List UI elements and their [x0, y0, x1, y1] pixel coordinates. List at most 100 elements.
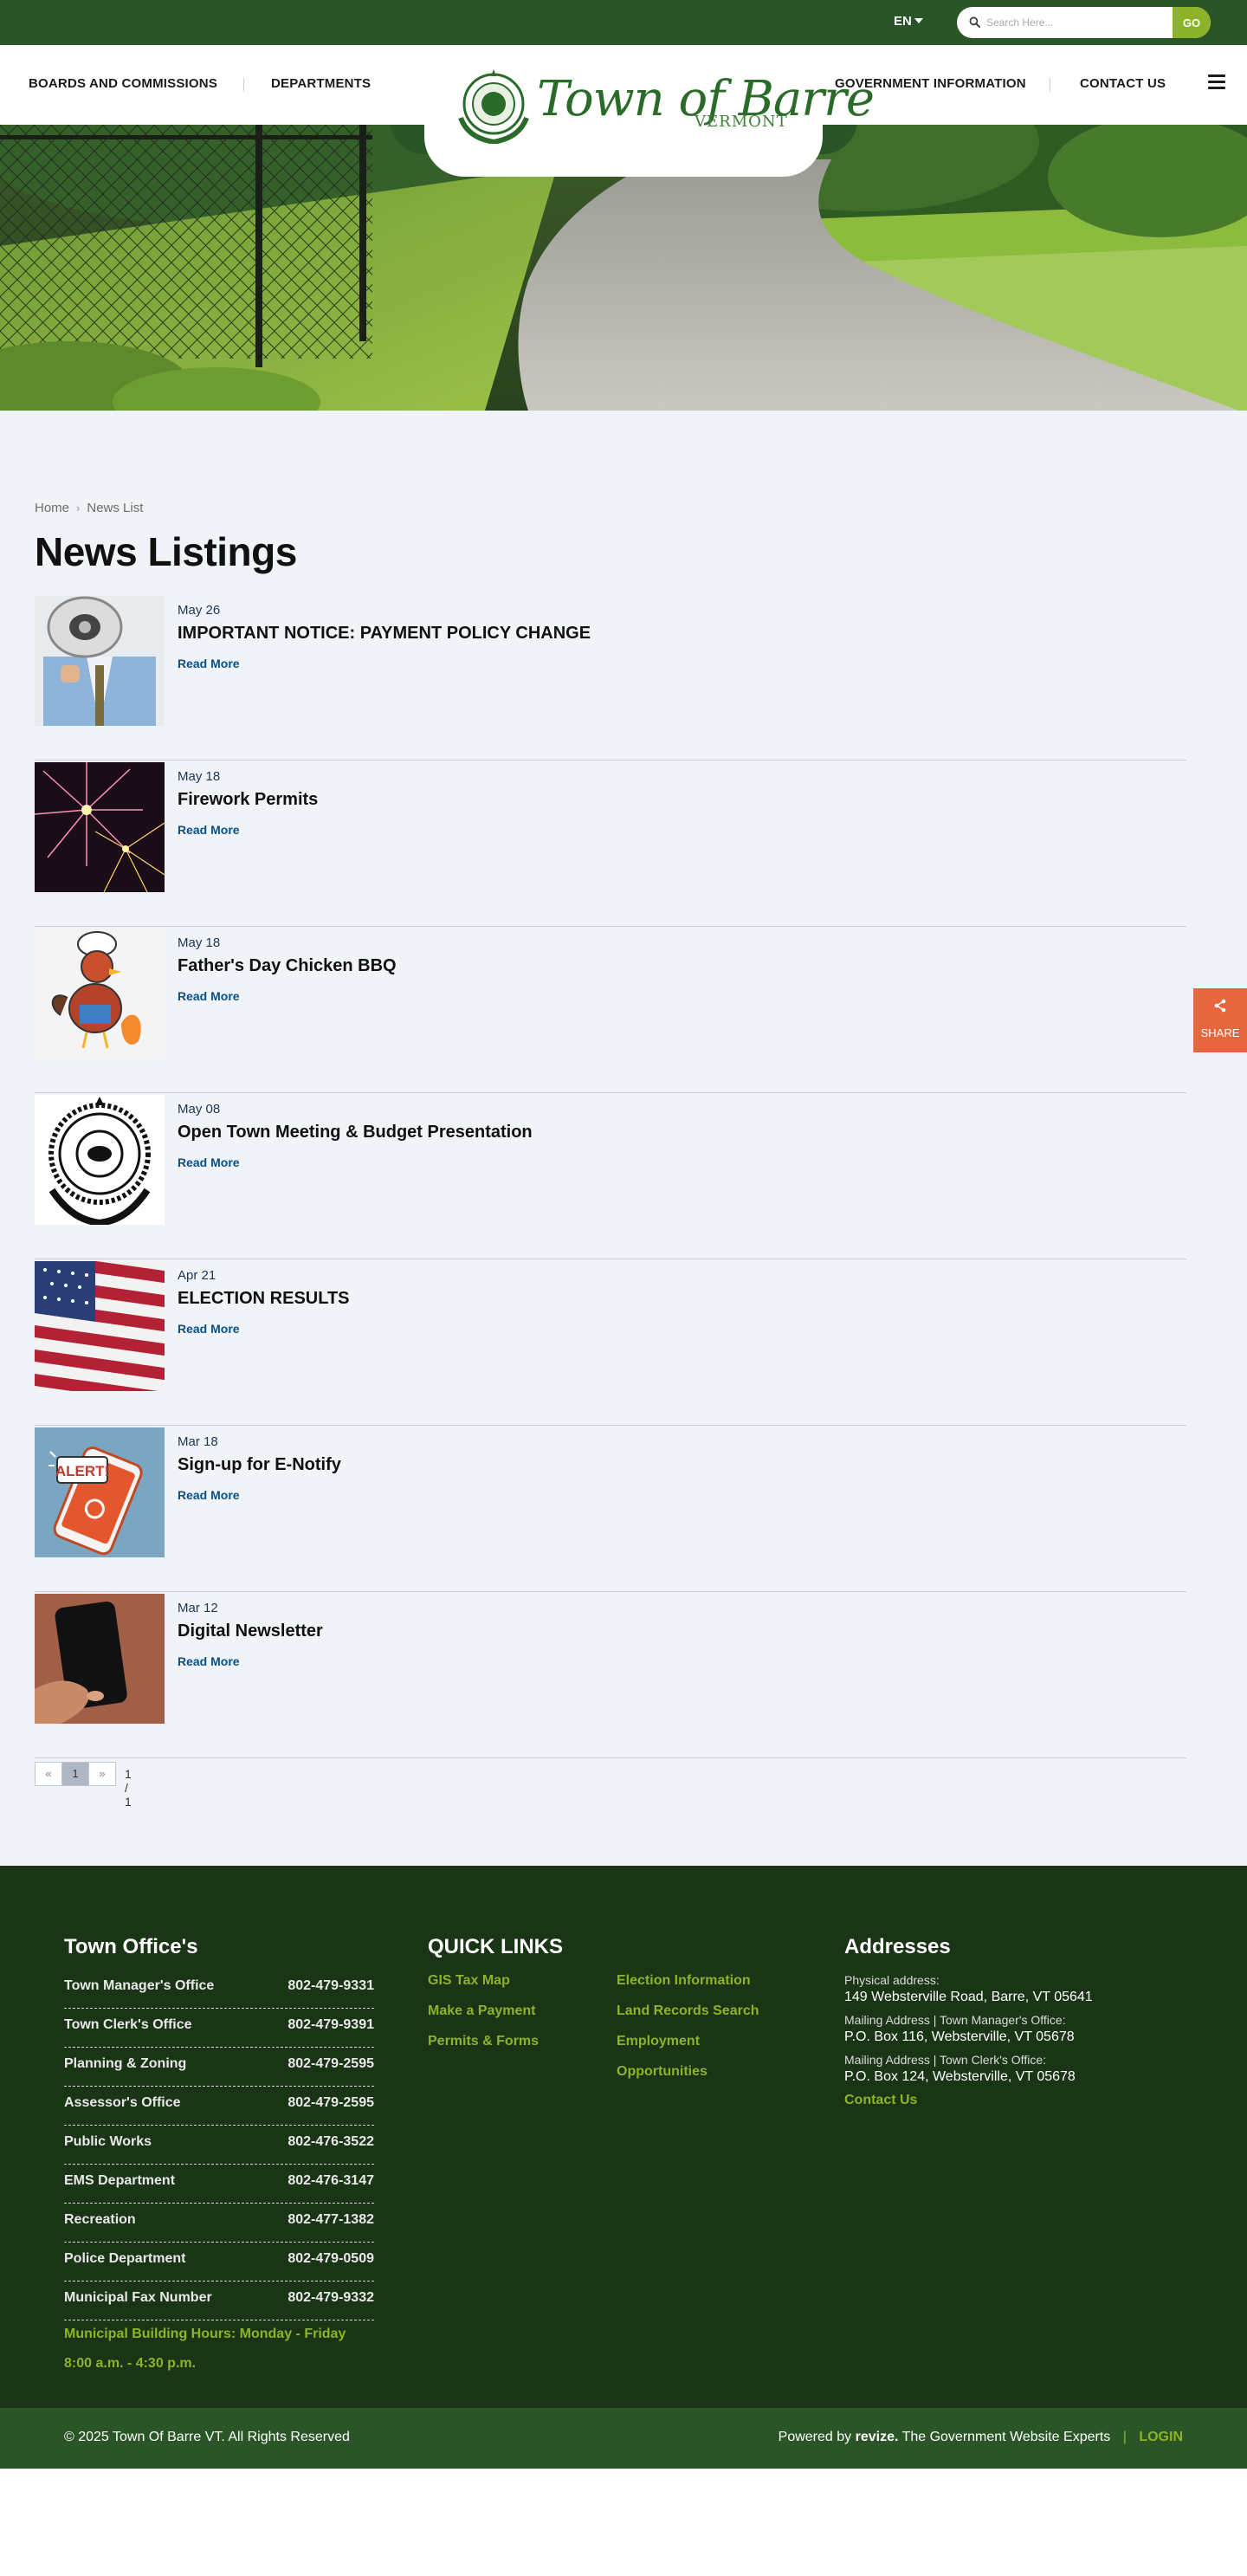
news-thumbnail[interactable] — [35, 596, 165, 726]
search-go-button[interactable]: GO — [1173, 7, 1211, 38]
pagination-next-button[interactable]: » — [88, 1762, 116, 1786]
read-more-link[interactable]: Read More — [178, 1155, 240, 1169]
read-more-link[interactable]: Read More — [178, 1488, 240, 1502]
footer-contact-link[interactable]: Contact Us — [844, 2093, 917, 2108]
language-label: EN — [894, 14, 912, 29]
share-label: SHARE — [1200, 1026, 1240, 1039]
office-phone[interactable]: 802-479-9331 — [288, 1978, 374, 1994]
office-phone[interactable]: 802-477-1382 — [288, 2212, 374, 2228]
news-date: May 26 — [178, 603, 221, 618]
office-name: Town Clerk's Office — [64, 2017, 192, 2032]
quick-link[interactable]: Land Records Search — [617, 2003, 759, 2019]
office-row: Municipal Fax Number 802-479-9332 — [64, 2282, 374, 2320]
news-thumbnail[interactable]: ALERT! — [35, 1427, 165, 1557]
pagination-info: 1 / 1 — [125, 1767, 132, 1809]
alert-phone-image: ALERT! — [35, 1427, 165, 1557]
office-row: Public Works 802-476-3522 — [64, 2126, 374, 2165]
office-row: Assessor's Office 802-479-2595 — [64, 2087, 374, 2126]
office-phone[interactable]: 802-479-9332 — [288, 2290, 374, 2306]
news-title[interactable]: IMPORTANT NOTICE: PAYMENT POLICY CHANGE — [178, 624, 591, 644]
office-phone[interactable]: 802-479-2595 — [288, 2056, 374, 2072]
breadcrumb-home[interactable]: Home — [35, 501, 69, 515]
news-thumbnail[interactable] — [35, 1095, 165, 1225]
office-name: Municipal Fax Number — [64, 2290, 212, 2305]
news-title[interactable]: ELECTION RESULTS — [178, 1289, 350, 1309]
news-date: May 18 — [178, 935, 221, 950]
quick-link[interactable]: Employment — [617, 2034, 700, 2049]
news-thumbnail[interactable] — [35, 1594, 165, 1724]
office-phone[interactable]: 802-479-0509 — [288, 2251, 374, 2267]
breadcrumb-current: News List — [87, 501, 144, 515]
news-thumbnail[interactable] — [35, 762, 165, 892]
read-more-link[interactable]: Read More — [178, 657, 240, 670]
quick-link[interactable]: Permits & Forms — [428, 2034, 539, 2049]
chevron-down-icon — [914, 18, 923, 23]
quick-link[interactable]: GIS Tax Map — [428, 1973, 510, 1989]
megaphone-man-image — [35, 596, 165, 726]
news-title[interactable]: Open Town Meeting & Budget Presentation — [178, 1123, 533, 1142]
mailing-manager-address: P.O. Box 116, Websterville, VT 05678 — [844, 2029, 1075, 2044]
news-thumbnail[interactable] — [35, 929, 165, 1058]
news-date: Mar 18 — [178, 1434, 218, 1449]
share-button[interactable]: SHARE — [1193, 988, 1247, 1052]
top-bar: EN GO — [0, 0, 1247, 45]
read-more-link[interactable]: Read More — [178, 823, 240, 837]
office-phone[interactable]: 802-476-3147 — [288, 2173, 374, 2189]
quick-link[interactable]: Election Information — [617, 1973, 751, 1989]
town-seal-image — [35, 1095, 165, 1225]
news-date: May 18 — [178, 769, 221, 784]
revize-logo[interactable]: revize. — [856, 2430, 899, 2444]
read-more-link[interactable]: Read More — [178, 1322, 240, 1336]
news-item: May 08 Open Town Meeting & Budget Presen… — [35, 1095, 1186, 1259]
read-more-link[interactable]: Read More — [178, 989, 240, 1003]
nav-departments[interactable]: DEPARTMENTS — [271, 76, 371, 91]
search-icon — [969, 16, 980, 28]
office-phone[interactable]: 802-479-9391 — [288, 2017, 374, 2033]
office-name: Assessor's Office — [64, 2095, 181, 2110]
pagination-prev-button[interactable]: « — [35, 1762, 62, 1786]
menu-icon[interactable] — [1208, 74, 1225, 90]
login-link[interactable]: LOGIN — [1139, 2430, 1183, 2444]
page-title: News Listings — [35, 529, 297, 574]
building-hours: Municipal Building Hours: Monday - Frida… — [64, 2327, 346, 2341]
powered-suffix: The Government Website Experts — [901, 2430, 1111, 2444]
office-row: Recreation 802-477-1382 — [64, 2204, 374, 2243]
mailing-clerk-address: P.O. Box 124, Websterville, VT 05678 — [844, 2069, 1076, 2084]
office-row: Planning & Zoning 802-479-2595 — [64, 2048, 374, 2087]
fireworks-image — [35, 762, 165, 892]
chef-chicken-image — [35, 929, 165, 1058]
mailing-manager-label: Mailing Address | Town Manager's Office: — [844, 2013, 1066, 2027]
news-title[interactable]: Sign-up for E-Notify — [178, 1455, 341, 1475]
town-logo[interactable]: Town of Barre VERMONT — [450, 68, 875, 144]
news-thumbnail[interactable] — [35, 1261, 165, 1391]
town-seal-logo-icon — [458, 69, 529, 144]
office-row: EMS Department 802-476-3147 — [64, 2165, 374, 2204]
footer: Town Office's Town Manager's Office 802-4… — [0, 1866, 1247, 2408]
office-phone[interactable]: 802-479-2595 — [288, 2095, 374, 2111]
news-item: May 18 Father's Day Chicken BBQ Read Mor… — [35, 929, 1186, 1093]
nav-boards-and-commissions[interactable]: BOARDS AND COMMISSIONS — [29, 76, 217, 91]
read-more-link[interactable]: Read More — [178, 1654, 240, 1668]
news-title[interactable]: Digital Newsletter — [178, 1621, 323, 1641]
logo-subtitle: VERMONT — [695, 113, 788, 131]
news-date: Mar 12 — [178, 1601, 218, 1615]
office-row: Town Clerk's Office 802-479-9391 — [64, 2009, 374, 2048]
alert-badge-text: ALERT! — [55, 1463, 109, 1479]
quick-link[interactable]: Make a Payment — [428, 2003, 536, 2019]
office-row: Town Manager's Office 802-479-9331 — [64, 1970, 374, 2009]
hand-phone-image — [35, 1594, 165, 1724]
nav-contact-us[interactable]: CONTACT US — [1080, 76, 1166, 91]
quick-link[interactable]: Opportunities — [617, 2064, 707, 2080]
office-phone[interactable]: 802-476-3522 — [288, 2134, 374, 2150]
news-item: Apr 21 ELECTION RESULTS Read More — [35, 1261, 1186, 1426]
pagination-page-button[interactable]: 1 — [61, 1762, 89, 1786]
addresses-heading: Addresses — [844, 1935, 951, 1958]
search-input[interactable] — [986, 12, 1168, 33]
office-name: Police Department — [64, 2251, 186, 2266]
news-title[interactable]: Firework Permits — [178, 790, 318, 810]
news-title[interactable]: Father's Day Chicken BBQ — [178, 956, 397, 976]
language-selector[interactable]: EN — [894, 14, 923, 29]
powered-by: Powered by revize. The Government Websit… — [779, 2430, 1183, 2445]
news-date: Apr 21 — [178, 1268, 216, 1283]
physical-address: 149 Websterville Road, Barre, VT 05641 — [844, 1990, 1093, 2004]
